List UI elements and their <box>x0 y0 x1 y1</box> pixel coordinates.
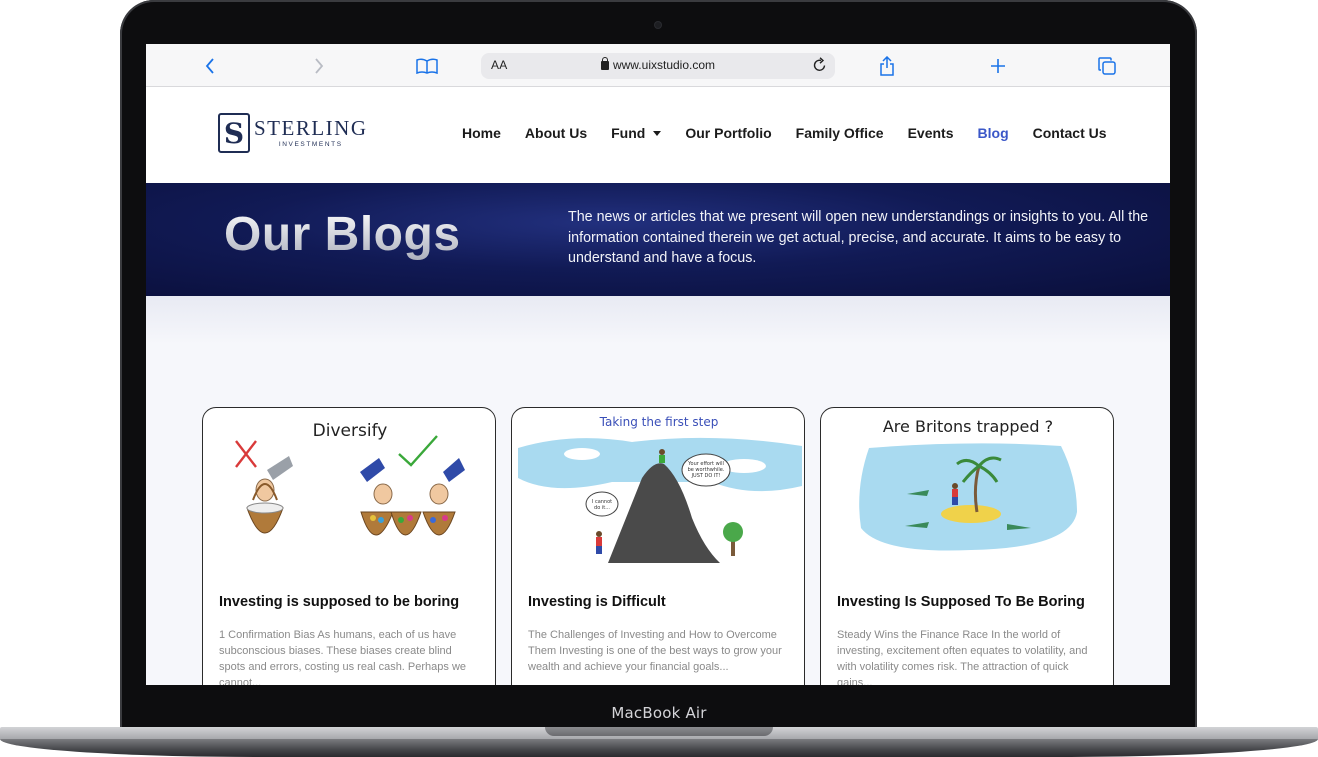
hero-description: The news or articles that we present wil… <box>568 209 1149 266</box>
tree-icon <box>723 522 743 542</box>
svg-text:JUST DO IT!: JUST DO IT! <box>691 473 721 479</box>
forward-icon[interactable] <box>309 44 329 87</box>
nav-item-fund[interactable]: Fund <box>611 125 662 141</box>
url-display: www.uixstudio.com <box>481 57 835 72</box>
nav-item-contact-us[interactable]: Contact Us <box>1033 125 1107 141</box>
device-label: MacBook Air <box>611 704 707 722</box>
browser-toolbar: AA www.uixstudio.com <box>146 44 1170 87</box>
blog-card-title[interactable]: Investing is Difficult <box>528 594 666 610</box>
check-icon <box>398 435 438 467</box>
art-caption: Are Britons trapped ? <box>883 417 1053 436</box>
nav-item-family-office[interactable]: Family Office <box>796 125 884 141</box>
cross-icon <box>235 440 257 468</box>
chevron-down-icon <box>653 130 662 136</box>
page-title: Our Blogs <box>224 208 461 261</box>
logo-name: STERLING <box>254 115 368 140</box>
logo[interactable]: S STERLING INVESTMENTS <box>218 111 368 155</box>
single-basket-icon <box>246 456 293 534</box>
nav-item-about-us[interactable]: About Us <box>525 125 587 141</box>
blog-card-excerpt: 1 Confirmation Bias As humans, each of u… <box>219 629 467 685</box>
blog-card-excerpt: Steady Wins the Finance Race In the worl… <box>837 629 1088 685</box>
address-bar[interactable]: AA www.uixstudio.com <box>481 53 835 79</box>
art-caption: Diversify <box>313 421 388 441</box>
section-divider <box>146 296 1170 344</box>
blog-card[interactable]: Are Britons trapped ? Investing Is Suppo… <box>820 407 1114 685</box>
blog-card-excerpt: The Challenges of Investing and How to O… <box>528 629 782 673</box>
blog-card[interactable]: Taking the first step Your effort will b… <box>511 407 805 685</box>
nav-item-events[interactable]: Events <box>908 125 954 141</box>
blog-card-image: Are Britons trapped ? <box>859 417 1077 551</box>
lock-icon <box>600 57 609 70</box>
screen: AA www.uixstudio.com S STERLING INVESTME… <box>146 44 1170 685</box>
new-tab-icon[interactable] <box>987 44 1009 87</box>
bookmarks-icon[interactable] <box>414 44 440 87</box>
blog-card-image: Taking the first step Your effort will b… <box>518 415 802 563</box>
svg-text:do it...: do it... <box>594 505 610 511</box>
opening-notch <box>545 727 773 736</box>
nav-item-home[interactable]: Home <box>462 125 501 141</box>
camera-icon <box>655 22 661 28</box>
share-icon[interactable] <box>876 44 898 87</box>
blog-card-title[interactable]: Investing Is Supposed To Be Boring <box>837 594 1085 610</box>
hero-banner: Our Blogs The news or articles that we p… <box>146 183 1170 296</box>
blog-card[interactable]: Diversify Investing is supposed to be bo… <box>202 407 496 685</box>
art-caption: Taking the first step <box>599 415 719 429</box>
logo-mark: S <box>218 113 250 153</box>
blog-card-title[interactable]: Investing is supposed to be boring <box>219 594 459 610</box>
nav-item-our-portfolio[interactable]: Our Portfolio <box>685 125 771 141</box>
nav-item-blog[interactable]: Blog <box>978 125 1009 141</box>
site-header: S STERLING INVESTMENTS Home About Us Fun… <box>146 87 1170 183</box>
island-icon <box>941 505 1001 523</box>
blog-card-image: Diversify <box>235 421 465 536</box>
logo-tagline: INVESTMENTS <box>278 140 343 148</box>
back-icon[interactable] <box>200 44 220 87</box>
laptop-base <box>0 727 1318 757</box>
two-baskets-icon <box>360 458 465 536</box>
reload-icon[interactable] <box>813 57 827 78</box>
url-text: www.uixstudio.com <box>612 58 716 72</box>
main-nav: Home About Us Fund Our Portfolio Family … <box>462 125 1107 141</box>
tabs-icon[interactable] <box>1096 44 1118 87</box>
nav-item-fund-label: Fund <box>611 125 646 141</box>
